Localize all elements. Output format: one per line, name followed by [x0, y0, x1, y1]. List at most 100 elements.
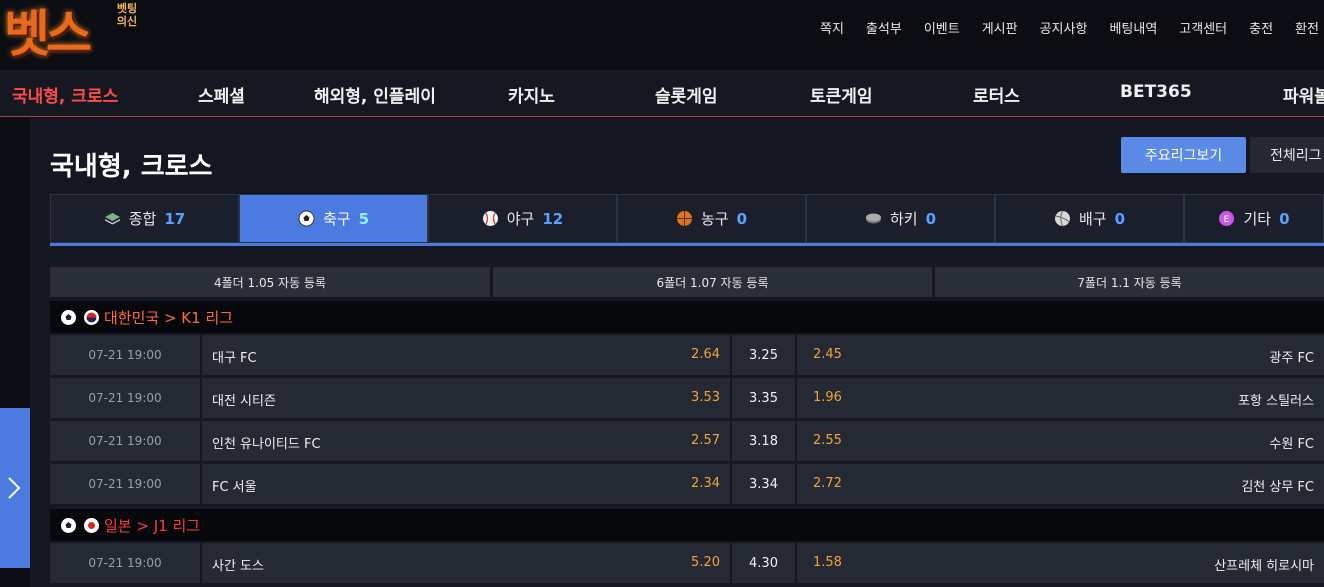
korea-flag-icon	[84, 309, 99, 325]
main-nav-inplay[interactable]: 해외형, 인플레이	[314, 82, 436, 107]
sidebar-toggle[interactable]	[0, 408, 30, 568]
away-odd-button[interactable]: 2.45 광주 FC	[797, 335, 1324, 375]
home-odd: 5.20	[691, 555, 720, 570]
away-team: 수원 FC	[1269, 437, 1314, 452]
tab-label: 종합	[128, 210, 157, 228]
soccer-ball-icon	[61, 309, 76, 325]
away-odd: 1.58	[813, 555, 842, 570]
home-team: FC 서울	[212, 480, 257, 495]
main-nav-powerball[interactable]: 파워볼	[1283, 82, 1324, 107]
match-time: 07-21 19:00	[50, 335, 200, 375]
match-row: 07-21 19:00 사간 도스 5.20 4.30 1.58 산프레체 히로…	[50, 543, 1324, 583]
home-odd: 2.57	[691, 433, 720, 448]
top-bar: 벳스 벳팅의신 쪽지 출석부 이벤트 게시판 공지사항 베팅내역 고객센터 충전…	[0, 0, 1324, 70]
tab-label: 하키	[889, 210, 918, 228]
main-nav-slot[interactable]: 슬롯게임	[655, 82, 718, 107]
svg-text:E: E	[1224, 215, 1230, 225]
away-odd: 2.55	[813, 433, 842, 448]
home-odd-button[interactable]: 대구 FC 2.64	[202, 335, 730, 375]
tab-count: 0	[1114, 209, 1126, 228]
soccer-ball-icon	[61, 517, 76, 533]
sport-tabs: 종합 17 축구 5 야구 12 농구 0 하키 0 배구 0 E 기타 0	[50, 194, 1324, 246]
away-odd: 2.45	[813, 347, 842, 362]
top-nav-attendance[interactable]: 출석부	[866, 18, 902, 37]
top-nav-bet-history[interactable]: 베팅내역	[1109, 18, 1157, 37]
tab-volleyball[interactable]: 배구 0	[995, 194, 1184, 243]
home-odd-button[interactable]: FC 서울 2.34	[202, 464, 730, 504]
tab-all-sports[interactable]: 종합 17	[50, 194, 239, 243]
away-odd-button[interactable]: 2.55 수원 FC	[797, 421, 1324, 461]
logo-sub-text: 벳팅의신	[116, 2, 138, 28]
away-odd: 1.96	[813, 390, 842, 405]
tab-basketball[interactable]: 농구 0	[617, 194, 806, 243]
away-odd: 2.72	[813, 476, 842, 491]
home-odd-button[interactable]: 대전 시티즌 3.53	[202, 378, 730, 418]
etc-icon: E	[1219, 211, 1235, 226]
main-content: 국내형, 크로스 주요리그보기 전체리그 종합 17 축구 5 야구 12 농구…	[30, 118, 1324, 587]
away-team: 김천 상무 FC	[1241, 480, 1314, 495]
folder-bonus-4[interactable]: 4폴더 1.05 자동 등록	[50, 267, 490, 297]
top-nav: 쪽지 출석부 이벤트 게시판 공지사항 베팅내역 고객센터 충전 환전	[820, 18, 1324, 37]
folder-bonus-6[interactable]: 6폴더 1.07 자동 등록	[493, 267, 932, 297]
match-row: 07-21 19:00 인천 유나이티드 FC 2.57 3.18 2.55 수…	[50, 421, 1324, 461]
logo-main-text: 벳스	[4, 4, 92, 63]
top-nav-withdraw[interactable]: 환전	[1295, 18, 1319, 37]
away-team: 산프레체 히로시마	[1214, 559, 1314, 574]
top-nav-message[interactable]: 쪽지	[820, 18, 844, 37]
home-odd-button[interactable]: 사간 도스 5.20	[202, 543, 730, 583]
basketball-icon	[676, 211, 692, 226]
away-odd-button[interactable]: 1.58 산프레체 히로시마	[797, 543, 1324, 583]
match-time: 07-21 19:00	[50, 378, 200, 418]
draw-odd-button[interactable]: 3.35	[732, 378, 795, 418]
home-odd: 2.34	[691, 476, 720, 491]
chevron-right-icon	[8, 477, 21, 499]
draw-odd-button[interactable]: 3.18	[732, 421, 795, 461]
draw-odd-button[interactable]: 4.30	[732, 543, 795, 583]
top-nav-support[interactable]: 고객센터	[1179, 18, 1227, 37]
home-team: 대구 FC	[212, 351, 257, 366]
home-odd: 3.53	[691, 390, 720, 405]
top-nav-event[interactable]: 이벤트	[924, 18, 960, 37]
layers-icon	[104, 213, 120, 225]
match-row: 07-21 19:00 대구 FC 2.64 3.25 2.45 광주 FC	[50, 335, 1324, 375]
match-time: 07-21 19:00	[50, 543, 200, 583]
tab-soccer[interactable]: 축구 5	[239, 194, 428, 243]
baseball-icon	[482, 211, 498, 226]
main-nav: 국내형, 크로스 스페셜 해외형, 인플레이 카지노 슬롯게임 토큰게임 로터스…	[0, 70, 1324, 117]
tab-count: 0	[736, 209, 748, 228]
tab-label: 배구	[1078, 210, 1107, 228]
draw-odd-button[interactable]: 3.34	[732, 464, 795, 504]
main-nav-casino[interactable]: 카지노	[508, 82, 555, 107]
main-nav-special[interactable]: 스페셜	[198, 82, 245, 107]
major-league-button[interactable]: 주요리그보기	[1121, 137, 1246, 173]
away-team: 포항 스틸러스	[1238, 394, 1314, 409]
home-team: 인천 유나이티드 FC	[212, 437, 321, 452]
tab-hockey[interactable]: 하키 0	[806, 194, 995, 243]
league-header[interactable]: 일본 > J1 리그	[50, 509, 1324, 541]
main-nav-bet365[interactable]: BET365	[1120, 82, 1192, 102]
match-row: 07-21 19:00 대전 시티즌 3.53 3.35 1.96 포항 스틸러…	[50, 378, 1324, 418]
all-league-button[interactable]: 전체리그	[1250, 137, 1324, 173]
league-header[interactable]: 대한민국 > K1 리그	[50, 301, 1324, 333]
main-nav-lotus[interactable]: 로터스	[973, 82, 1020, 107]
top-nav-board[interactable]: 게시판	[982, 18, 1018, 37]
match-time: 07-21 19:00	[50, 421, 200, 461]
draw-odd-button[interactable]: 3.25	[732, 335, 795, 375]
main-nav-token[interactable]: 토큰게임	[810, 82, 873, 107]
site-logo[interactable]: 벳스 벳팅의신	[4, 0, 144, 63]
top-nav-deposit[interactable]: 충전	[1249, 18, 1273, 37]
home-team: 대전 시티즌	[212, 394, 276, 409]
main-nav-domestic-cross[interactable]: 국내형, 크로스	[12, 82, 118, 107]
folder-bonus-7[interactable]: 7폴더 1.1 자동 등록	[935, 267, 1324, 297]
away-odd-button[interactable]: 1.96 포항 스틸러스	[797, 378, 1324, 418]
tab-baseball[interactable]: 야구 12	[428, 194, 617, 243]
japan-flag-icon	[84, 517, 99, 533]
tab-label: 기타	[1243, 210, 1272, 228]
league-name: 대한민국 > K1 리그	[104, 308, 234, 327]
top-nav-notice[interactable]: 공지사항	[1040, 18, 1088, 37]
away-odd-button[interactable]: 2.72 김천 상무 FC	[797, 464, 1324, 504]
home-odd-button[interactable]: 인천 유나이티드 FC 2.57	[202, 421, 730, 461]
match-row: 07-21 19:00 FC 서울 2.34 3.34 2.72 김천 상무 F…	[50, 464, 1324, 504]
tab-etc[interactable]: E 기타 0	[1184, 194, 1324, 243]
tab-count: 5	[358, 209, 370, 228]
